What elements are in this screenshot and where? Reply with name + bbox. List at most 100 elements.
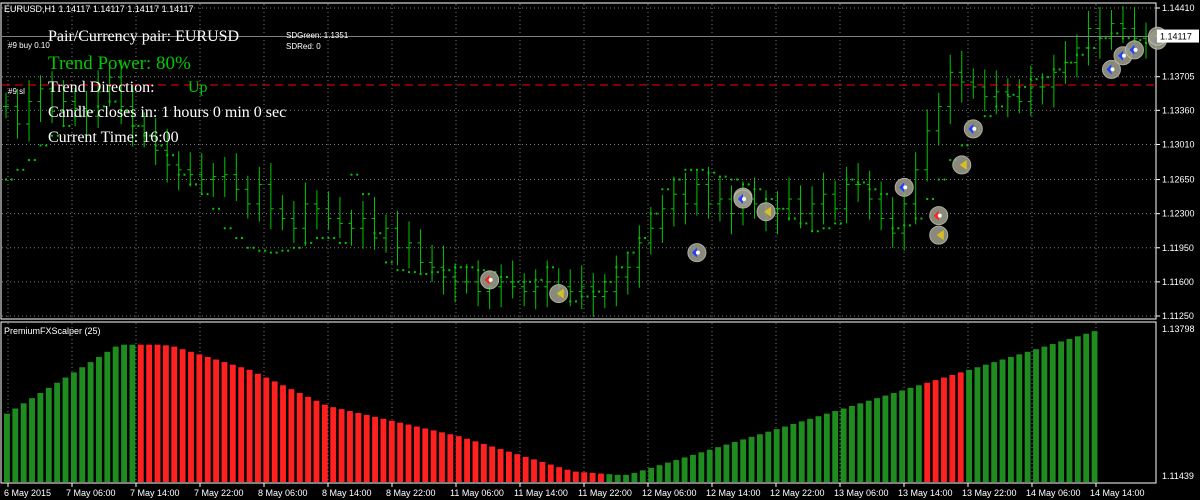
trail-dot bbox=[926, 198, 929, 201]
trail-dot bbox=[707, 171, 710, 174]
trail-dot bbox=[431, 271, 434, 274]
trail-dot bbox=[828, 227, 831, 230]
trail-dot bbox=[1104, 37, 1107, 40]
histogram-bar bbox=[29, 398, 35, 482]
trail-dot bbox=[983, 115, 986, 118]
histogram-bar bbox=[246, 369, 253, 482]
trail-dot bbox=[989, 115, 992, 118]
histogram-bar bbox=[321, 404, 328, 482]
y-tick-label: 1.11950 bbox=[1162, 243, 1194, 253]
trail-dot bbox=[1041, 76, 1044, 79]
x-tick-label: 13 May 22:00 bbox=[962, 488, 1017, 498]
trail-dot bbox=[477, 269, 480, 272]
trail-dot bbox=[442, 269, 445, 272]
histogram-bar bbox=[547, 464, 554, 482]
trail-dot bbox=[448, 269, 451, 272]
trail-dot bbox=[592, 290, 595, 293]
trail-dot bbox=[1127, 37, 1130, 40]
histogram-bar bbox=[631, 472, 638, 482]
trail-dot bbox=[223, 227, 226, 230]
histogram-bar bbox=[966, 369, 973, 482]
trail-dot bbox=[799, 222, 802, 225]
histogram-bar bbox=[664, 462, 671, 482]
histogram-bar bbox=[706, 449, 713, 482]
histogram-bar bbox=[1024, 351, 1031, 482]
trail-dot bbox=[776, 207, 779, 210]
x-tick-label: 6 May 2015 bbox=[4, 488, 51, 498]
trail-dot bbox=[684, 168, 687, 171]
trail-dot bbox=[1001, 105, 1004, 108]
x-axis: 6 May 2015 7 May 06:00 7 May 14:00 7 May 22… bbox=[4, 483, 1145, 498]
trail-dot bbox=[195, 183, 197, 186]
trail-dot bbox=[1110, 32, 1113, 35]
trail-dot bbox=[724, 175, 727, 178]
trail-dot bbox=[39, 144, 42, 147]
trail-dot bbox=[275, 251, 278, 254]
trail-dot bbox=[68, 124, 71, 127]
trail-dot bbox=[1058, 68, 1061, 71]
current-time: Current Time: 16:00 bbox=[48, 129, 179, 146]
trail-dot bbox=[1052, 68, 1055, 71]
trail-dot bbox=[551, 266, 554, 269]
trail-dot bbox=[626, 251, 629, 254]
histogram-bar bbox=[221, 362, 228, 482]
histogram-bar bbox=[188, 351, 194, 482]
trail-dot bbox=[22, 168, 25, 171]
histogram-bar bbox=[857, 403, 864, 482]
trail-dot bbox=[465, 266, 468, 269]
trail-dot bbox=[903, 224, 906, 227]
histogram-bar bbox=[497, 449, 504, 482]
histogram-bar bbox=[405, 424, 412, 482]
histogram-bar bbox=[338, 409, 345, 482]
trail-dot bbox=[471, 266, 474, 269]
trail-dot bbox=[114, 100, 117, 103]
histogram-bar bbox=[823, 413, 830, 482]
trail-dot bbox=[695, 168, 698, 171]
trail-dot bbox=[1098, 37, 1101, 40]
trail-dot bbox=[166, 154, 169, 157]
histogram-bar bbox=[439, 432, 445, 482]
trail-dot bbox=[235, 237, 238, 240]
histogram-bar bbox=[129, 344, 136, 482]
histogram-bar bbox=[748, 436, 755, 482]
histogram-bar bbox=[1058, 341, 1065, 482]
histogram-bar bbox=[480, 443, 487, 482]
histogram-bar bbox=[865, 400, 872, 482]
trail-dot bbox=[523, 280, 526, 283]
trail-dot bbox=[822, 227, 825, 230]
trend-power: Trend Power: 80% bbox=[48, 53, 191, 74]
signal-buy bbox=[894, 177, 914, 197]
trail-dot bbox=[45, 144, 48, 147]
y-axis: 1.14410 1.14117 1.13705 1.13360 1.13010 1.126… bbox=[1156, 3, 1199, 481]
trail-dot bbox=[108, 100, 111, 103]
trail-dot bbox=[361, 193, 364, 196]
trail-dot bbox=[402, 269, 405, 272]
signal-dot bbox=[937, 213, 942, 218]
trail-dot bbox=[212, 207, 215, 210]
trail-dot bbox=[649, 212, 652, 215]
trail-dot bbox=[264, 249, 267, 252]
y-tick-label: 1.13705 bbox=[1162, 72, 1195, 82]
trail-dot bbox=[834, 222, 837, 225]
trail-dot bbox=[741, 183, 744, 186]
trail-dot bbox=[315, 237, 318, 240]
trail-dot bbox=[367, 193, 370, 196]
trail-dot bbox=[310, 241, 313, 244]
histogram-bar bbox=[890, 393, 897, 482]
trail-dot bbox=[857, 181, 860, 184]
histogram-bar bbox=[723, 444, 730, 482]
histogram-bar bbox=[1016, 354, 1023, 482]
histogram-bar bbox=[137, 344, 144, 482]
histogram-bar bbox=[213, 359, 220, 482]
trail-dot bbox=[615, 266, 618, 269]
chart-canvas[interactable]: 1.14410 1.14117 1.13705 1.13360 1.13010 1.126… bbox=[0, 0, 1200, 500]
indicator-y-tick-label: 1.11439 bbox=[1162, 471, 1194, 481]
histogram-bar bbox=[681, 457, 688, 482]
x-tick-label: 11 May 14:00 bbox=[514, 488, 568, 498]
trail-dot bbox=[218, 207, 221, 210]
trail-dot bbox=[885, 193, 888, 196]
trail-dot bbox=[1047, 76, 1050, 79]
signal-dot bbox=[1121, 53, 1126, 58]
trail-dot bbox=[845, 178, 848, 181]
trail-dot bbox=[638, 237, 641, 240]
